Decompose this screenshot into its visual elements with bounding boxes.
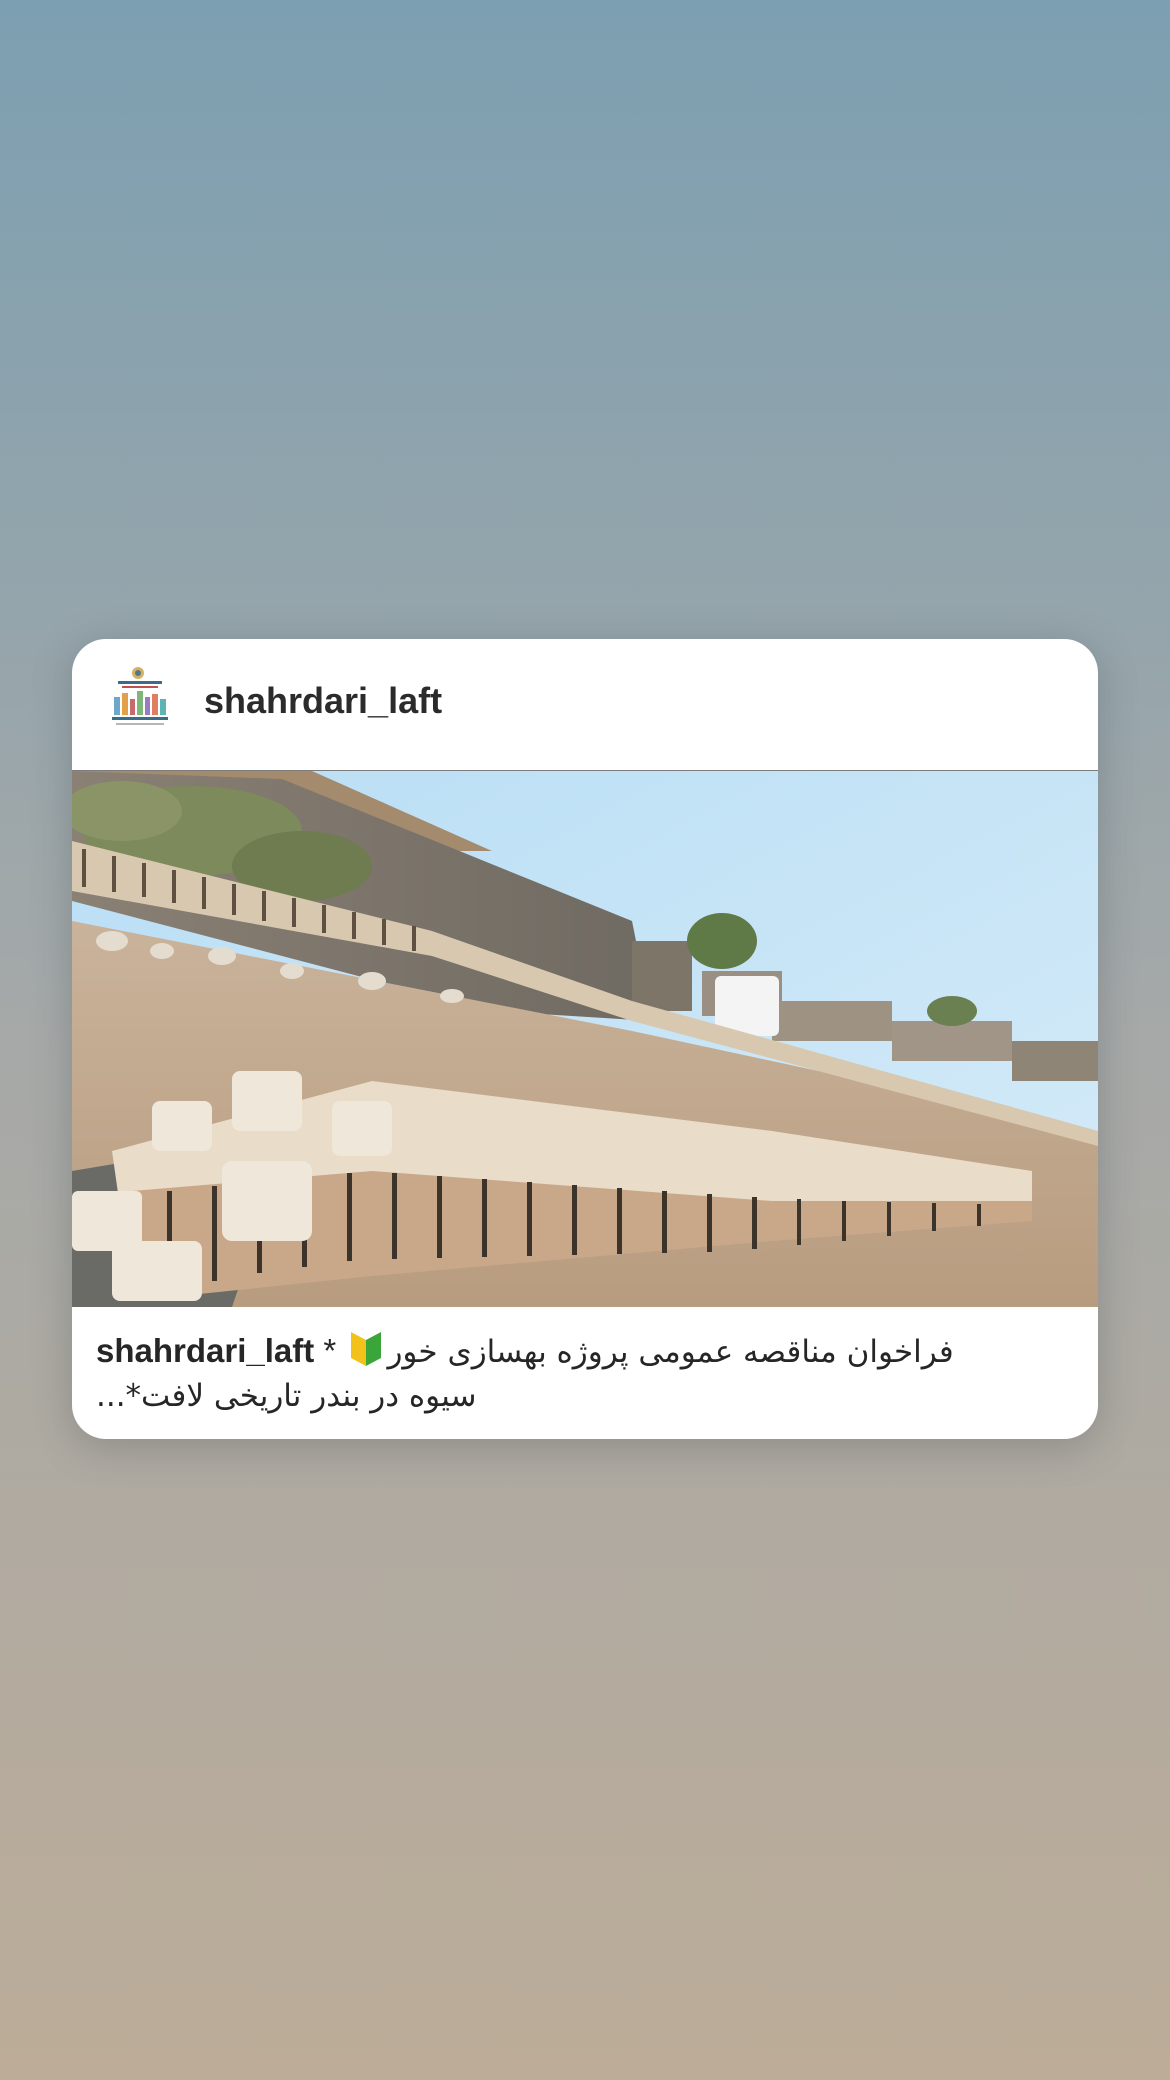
caption-text-line-2: سیوه در بندر تاریخی لافت*... <box>96 1378 477 1414</box>
caption-username[interactable]: shahrdari_laft <box>96 1332 314 1369</box>
post-caption[interactable]: shahrdari_laft * فراخوان مناقصه عمومی پر… <box>96 1329 1086 1417</box>
post-username[interactable]: shahrdari_laft <box>204 681 442 721</box>
post-photo-stone-wall[interactable] <box>72 771 1098 1307</box>
caption-line-1: shahrdari_laft * فراخوان مناقصه عمومی پر… <box>96 1329 1086 1373</box>
municipality-logo-icon[interactable] <box>100 661 180 741</box>
caption-text-line-1: فراخوان مناقصه عمومی پروژه بهسازی خور <box>387 1334 954 1370</box>
caption-line-2: سیوه در بندر تاریخی لافت*... <box>96 1373 1086 1417</box>
shared-post-card[interactable]: shahrdari_laft shahrdari_laft * فراخوان … <box>72 639 1098 1439</box>
post-header[interactable]: shahrdari_laft <box>72 639 1098 771</box>
beginner-badge-icon <box>351 1332 382 1366</box>
caption-asterisk: * <box>323 1332 337 1369</box>
